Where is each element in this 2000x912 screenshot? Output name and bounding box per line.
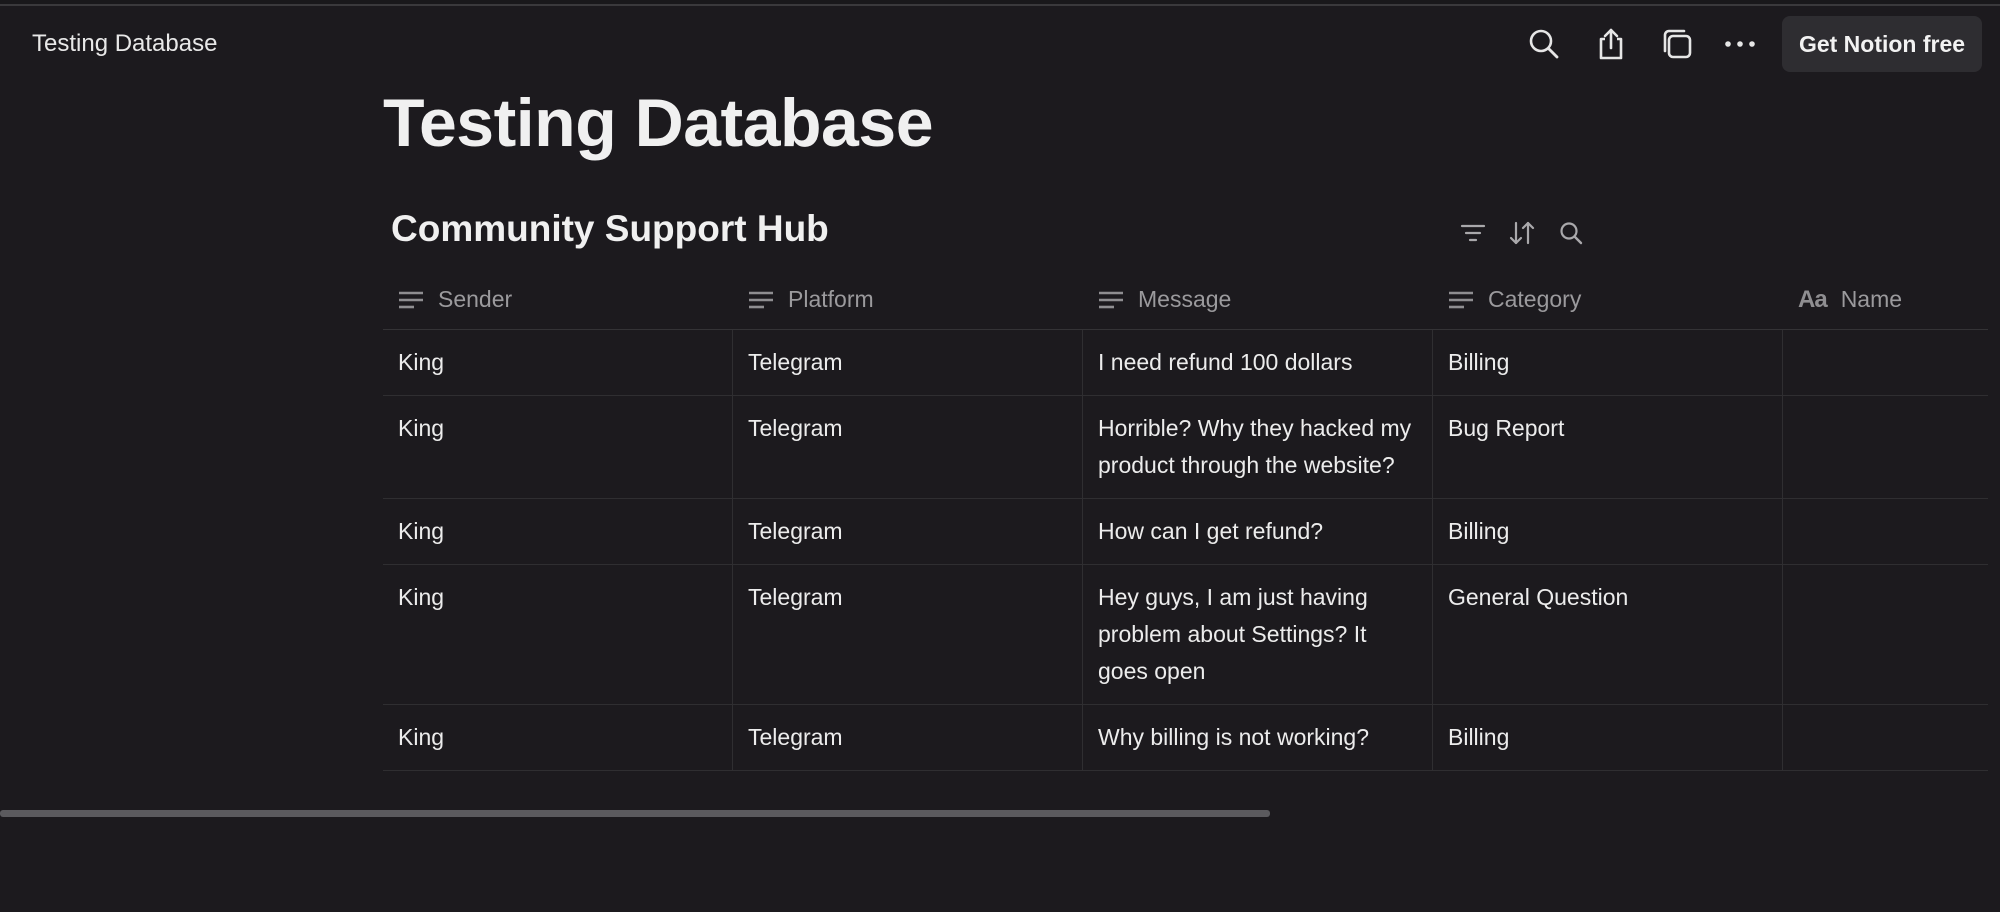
cell-name[interactable]	[1783, 705, 1988, 770]
cell-sender[interactable]: King	[383, 499, 733, 564]
cell-category[interactable]: Billing	[1433, 705, 1783, 770]
cell-category[interactable]: General Question	[1433, 565, 1783, 704]
column-header-message[interactable]: Message	[1083, 270, 1433, 329]
cell-message[interactable]: Hey guys, I am just having problem about…	[1083, 565, 1433, 704]
column-label: Name	[1840, 286, 1903, 312]
column-header-category[interactable]: Category	[1433, 270, 1783, 329]
cell-sender[interactable]: King	[383, 330, 733, 395]
cell-category[interactable]: Billing	[1433, 330, 1783, 395]
cell-sender[interactable]: King	[383, 396, 733, 498]
cell-platform[interactable]: Telegram	[733, 705, 1083, 770]
database-table: Sender Platform Message Category Aa Name…	[383, 270, 1988, 771]
page-title: Testing Database	[383, 85, 934, 161]
table-row: King Telegram How can I get refund? Bill…	[383, 499, 1988, 565]
cell-platform[interactable]: Telegram	[733, 396, 1083, 498]
database-title[interactable]: Community Support Hub	[391, 208, 829, 250]
text-lines-icon	[748, 290, 774, 310]
cell-platform[interactable]: Telegram	[733, 565, 1083, 704]
table-row: King Telegram I need refund 100 dollars …	[383, 330, 1988, 396]
table-row: King Telegram Horrible? Why they hacked …	[383, 396, 1988, 499]
column-label: Sender	[438, 286, 513, 312]
search-icon[interactable]	[1524, 24, 1564, 64]
horizontal-scrollbar[interactable]	[0, 810, 1270, 817]
table-row: King Telegram Why billing is not working…	[383, 705, 1988, 771]
duplicate-icon[interactable]	[1657, 24, 1697, 64]
table-row: King Telegram Hey guys, I am just having…	[383, 565, 1988, 705]
share-icon[interactable]	[1591, 24, 1631, 64]
get-notion-free-button[interactable]: Get Notion free	[1782, 16, 1982, 72]
database-search-icon[interactable]	[1554, 216, 1588, 250]
column-header-sender[interactable]: Sender	[383, 270, 733, 329]
cell-category[interactable]: Billing	[1433, 499, 1783, 564]
cell-platform[interactable]: Telegram	[733, 330, 1083, 395]
text-lines-icon	[398, 290, 424, 310]
text-lines-icon	[1448, 290, 1474, 310]
column-header-platform[interactable]: Platform	[733, 270, 1083, 329]
column-label: Category	[1488, 286, 1582, 312]
top-bar: Testing Database Get Notion free	[0, 6, 2000, 82]
cell-message[interactable]: Horrible? Why they hacked my product thr…	[1083, 396, 1433, 498]
more-icon[interactable]	[1720, 24, 1760, 64]
column-label: Platform	[788, 286, 874, 312]
cell-name[interactable]	[1783, 396, 1988, 498]
filter-icon[interactable]	[1456, 216, 1490, 250]
column-label: Message	[1138, 286, 1232, 312]
cell-message[interactable]: How can I get refund?	[1083, 499, 1433, 564]
cell-message[interactable]: I need refund 100 dollars	[1083, 330, 1433, 395]
cell-name[interactable]	[1783, 565, 1988, 704]
breadcrumb[interactable]: Testing Database	[32, 30, 217, 58]
table-header: Sender Platform Message Category Aa Name	[383, 270, 1988, 330]
cell-name[interactable]	[1783, 330, 1988, 395]
text-lines-icon	[1098, 290, 1124, 310]
sort-icon[interactable]	[1505, 216, 1539, 250]
cell-sender[interactable]: King	[383, 705, 733, 770]
cell-sender[interactable]: King	[383, 565, 733, 704]
cell-category[interactable]: Bug Report	[1433, 396, 1783, 498]
cell-name[interactable]	[1783, 499, 1988, 564]
cell-message[interactable]: Why billing is not working?	[1083, 705, 1433, 770]
column-header-name[interactable]: Aa Name	[1783, 270, 1988, 329]
cell-platform[interactable]: Telegram	[733, 499, 1083, 564]
title-aa-icon: Aa	[1798, 285, 1828, 313]
